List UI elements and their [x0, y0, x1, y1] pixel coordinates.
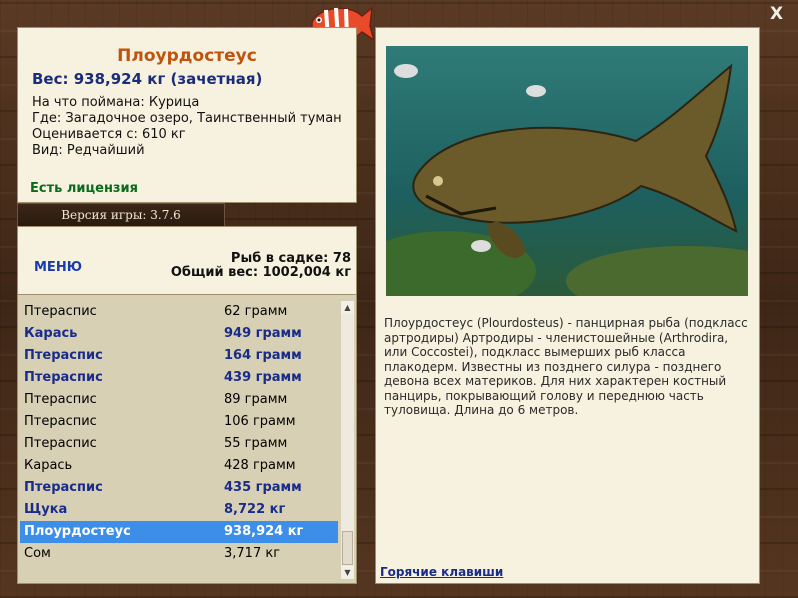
catch-row-weight: 938,924 кг	[224, 524, 304, 539]
catch-row-weight: 8,722 кг	[224, 502, 286, 517]
catch-row-name: Птераспис	[24, 304, 97, 319]
hotkeys-link[interactable]: Горячие клавиши	[380, 565, 503, 579]
catch-row-name: Птераспис	[24, 348, 103, 363]
fish-title: Плоурдостеус	[117, 46, 257, 66]
value-text: Оценивается с: 610 кг	[32, 127, 186, 142]
scroll-thumb[interactable]	[342, 531, 353, 565]
catch-row-name: Сом	[24, 546, 51, 561]
catch-row[interactable]: Птераспис 435 грамм	[20, 477, 338, 499]
fish-photo	[386, 46, 748, 296]
catch-row-name: Птераспис	[24, 436, 97, 451]
fish-weight: Вес: 938,924 кг (зачетная)	[32, 70, 263, 88]
fish-count: Рыб в садке: 78	[230, 251, 351, 266]
bait-text: На что поймана: Курица	[32, 95, 200, 110]
scroll-up-icon[interactable]: ▲	[341, 301, 354, 314]
catch-row[interactable]: Щука 8,722 кг	[20, 499, 338, 521]
catch-row-name: Птераспис	[24, 370, 103, 385]
catch-row-name: Птераспис	[24, 414, 97, 429]
catch-row-weight: 3,717 кг	[224, 546, 281, 561]
scrollbar[interactable]: ▲ ▼	[341, 301, 354, 579]
catch-row-name: Птераспис	[24, 480, 103, 495]
catch-row[interactable]: Птераспис 62 грамм	[20, 301, 338, 323]
catch-row[interactable]: Плоурдостеус 938,924 кг	[20, 521, 338, 543]
catch-row-weight: 949 грамм	[224, 326, 302, 341]
catch-row-weight: 55 грамм	[224, 436, 288, 451]
catch-row-weight: 164 грамм	[224, 348, 302, 363]
total-weight: Общий вес: 1002,004 кг	[170, 265, 351, 280]
catch-row-weight: 106 грамм	[224, 414, 296, 429]
catch-row[interactable]: Сом 3,717 кг	[20, 543, 338, 565]
catch-row-name: Карась	[24, 326, 78, 341]
catch-row-weight: 89 грамм	[224, 392, 288, 407]
catch-row[interactable]: Карась 949 грамм	[20, 323, 338, 345]
stats-panel: МЕНЮ Рыб в садке: 78 Общий вес: 1002,004…	[17, 226, 357, 296]
catch-row[interactable]: Птераспис 89 грамм	[20, 389, 338, 411]
license-status: Есть лицензия	[30, 181, 138, 196]
fish-detail-panel: Плоурдостеус (Plourdosteus) - панцирная …	[375, 27, 760, 584]
catch-row[interactable]: Птераспис 439 грамм	[20, 367, 338, 389]
catch-row-name: Птераспис	[24, 392, 97, 407]
catch-row-weight: 439 грамм	[224, 370, 302, 385]
catch-rows: Птераспис 62 грамм Карась 949 грамм Птераспи…	[20, 301, 338, 565]
catch-row[interactable]: Птераспис 164 грамм	[20, 345, 338, 367]
catch-row[interactable]: Карась 428 грамм	[20, 455, 338, 477]
fish-info-panel: Плоурдостеус Вес: 938,924 кг (зачетная) …	[17, 27, 357, 203]
catch-row-name: Плоурдостеус	[24, 524, 131, 539]
catch-row[interactable]: Птераспис 106 грамм	[20, 411, 338, 433]
place-text: Где: Загадочное озеро, Таинственный тума…	[32, 111, 342, 126]
menu-button[interactable]: МЕНЮ	[34, 260, 82, 275]
catch-row-name: Карась	[24, 458, 73, 473]
scroll-down-icon[interactable]: ▼	[341, 566, 354, 579]
game-version: Версия игры: 3.7.6	[17, 203, 225, 227]
catch-list[interactable]: Птераспис 62 грамм Карась 949 грамм Птераспи…	[17, 294, 357, 584]
catch-row-weight: 62 грамм	[224, 304, 288, 319]
catch-row-weight: 428 грамм	[224, 458, 296, 473]
close-icon[interactable]: X	[770, 4, 783, 24]
kind-text: Вид: Редчайший	[32, 143, 145, 158]
catch-row[interactable]: Птераспис 55 грамм	[20, 433, 338, 455]
catch-row-weight: 435 грамм	[224, 480, 302, 495]
fish-description: Плоурдостеус (Plourdosteus) - панцирная …	[384, 316, 748, 417]
catch-row-name: Щука	[24, 502, 68, 517]
